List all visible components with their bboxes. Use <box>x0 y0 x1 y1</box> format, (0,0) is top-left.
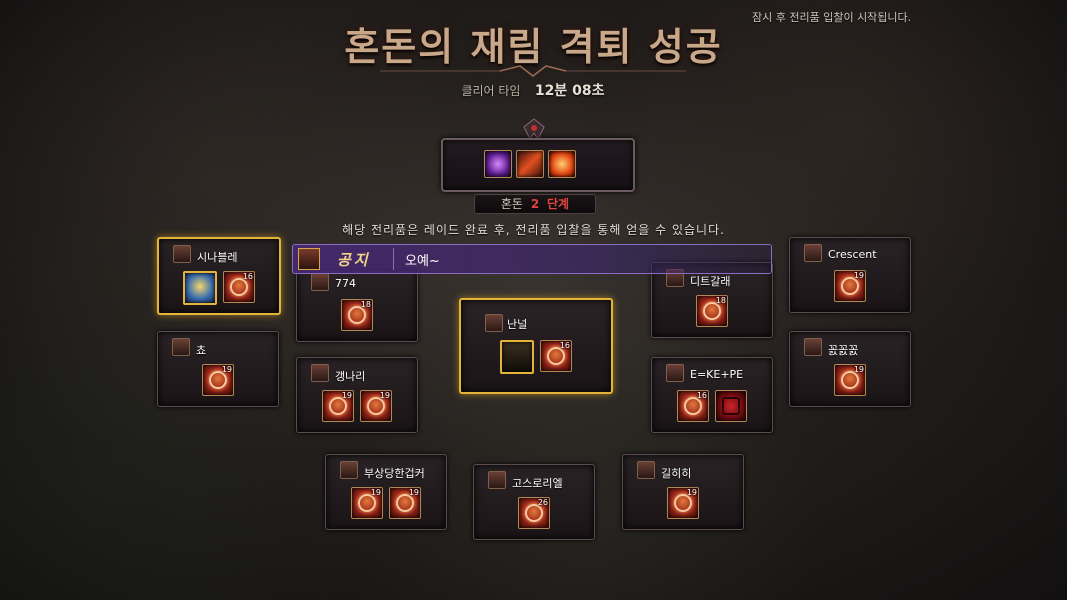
player-card: 갱나리 19 19 <box>296 357 418 433</box>
player-avatar-icon <box>340 461 358 479</box>
player-name: 난널 <box>507 318 528 331</box>
player-name: 부상당한겁커 <box>364 467 425 480</box>
loot-orb-icon[interactable]: 26 <box>518 497 550 529</box>
loot-description: 해당 전리품은 레이드 완료 후, 전리품 입찰을 통해 얻을 수 있습니다. <box>342 223 725 237</box>
player-avatar-icon <box>488 471 506 489</box>
loot-slots: 18 <box>652 295 772 327</box>
player-card: 쵸 19 <box>157 331 279 407</box>
loot-slots: 19 <box>790 270 910 302</box>
player-card: Crescent 19 <box>789 237 911 313</box>
loot-orb-icon[interactable]: 16 <box>223 271 255 303</box>
stage-name: 혼돈 <box>500 197 523 211</box>
player-avatar-icon <box>311 364 329 382</box>
player-name: 꼸꼸꼸 <box>828 344 859 357</box>
player-card: 시나블레 16 <box>157 237 281 315</box>
player-avatar-icon <box>485 314 503 332</box>
announcement-title: 공지 <box>337 251 371 269</box>
demon-mask-icon[interactable] <box>715 390 747 422</box>
sword-icon[interactable] <box>516 150 544 178</box>
player-avatar-icon <box>804 338 822 356</box>
player-card: 난널 16 <box>459 298 613 394</box>
announcement-message: 오예~ <box>405 254 440 269</box>
loot-orb-icon[interactable]: 18 <box>696 295 728 327</box>
stage-reward-items <box>484 150 576 178</box>
stage-unit: 단계 <box>547 197 570 211</box>
player-avatar-icon <box>804 244 822 262</box>
player-name: 시나블레 <box>197 251 238 264</box>
item-count: 19 <box>853 365 864 374</box>
player-name: 디트갈래 <box>690 275 731 288</box>
item-count: 16 <box>559 341 570 350</box>
item-count: 18 <box>715 296 726 305</box>
player-name: 갱나리 <box>335 370 366 383</box>
loot-slots: 19 <box>623 487 743 519</box>
player-avatar-icon <box>637 461 655 479</box>
item-count: 19 <box>379 391 390 400</box>
announcement-banner: 공지 오예~ <box>292 244 772 274</box>
loot-slots: 19 <box>158 364 278 396</box>
player-avatar-icon <box>666 364 684 382</box>
player-card: 774 18 <box>296 266 418 342</box>
player-card: E=KE+PE 16 <box>651 357 773 433</box>
player-name: 고스로리엘 <box>512 477 563 490</box>
orb-ring <box>722 397 740 415</box>
loot-orb-icon[interactable]: 19 <box>389 487 421 519</box>
loot-orb-icon[interactable]: 19 <box>202 364 234 396</box>
announcer-avatar <box>298 248 320 270</box>
player-avatar-icon <box>173 245 191 263</box>
loot-slots: 16 <box>461 340 611 374</box>
player-card: 고스로리엘 26 <box>473 464 595 540</box>
title-ornament <box>380 65 686 77</box>
player-name: 774 <box>335 277 356 290</box>
loot-slots: 18 <box>297 299 417 331</box>
gold-item-icon[interactable] <box>183 271 217 305</box>
banner-divider <box>393 248 394 270</box>
item-count: 19 <box>341 391 352 400</box>
player-avatar-icon <box>172 338 190 356</box>
clear-time-label: 클리어 타임 <box>461 84 521 98</box>
player-card: 꼸꼸꼸 19 <box>789 331 911 407</box>
loot-slots: 19 19 <box>326 487 446 519</box>
loot-slots: 19 <box>790 364 910 396</box>
stage-number: 2 <box>530 197 540 211</box>
loot-orb-icon[interactable]: 19 <box>834 364 866 396</box>
loot-orb-icon[interactable]: 16 <box>677 390 709 422</box>
player-name: 쵸 <box>196 344 207 357</box>
loot-orb-icon[interactable]: 19 <box>351 487 383 519</box>
flame-orb-icon[interactable] <box>548 150 576 178</box>
loot-orb-icon[interactable]: 19 <box>834 270 866 302</box>
purple-crystal-icon[interactable] <box>484 150 512 178</box>
player-name: 길히히 <box>661 467 692 480</box>
loot-orb-icon[interactable]: 19 <box>667 487 699 519</box>
loot-slots: 16 <box>652 390 772 422</box>
dark-weapon-icon[interactable] <box>500 340 534 374</box>
player-avatar-icon <box>311 273 329 291</box>
clear-time: 클리어 타임 12분 08초 <box>433 80 633 102</box>
item-count: 19 <box>853 271 864 280</box>
item-count: 19 <box>408 488 419 497</box>
clear-time-value: 12분 08초 <box>534 83 605 99</box>
stage-crest-icon <box>523 118 545 140</box>
item-count: 19 <box>370 488 381 497</box>
player-name: Crescent <box>828 248 877 261</box>
loot-orb-icon[interactable]: 19 <box>322 390 354 422</box>
stage-label: 혼돈 2 단계 <box>474 194 596 214</box>
item-count: 19 <box>686 488 697 497</box>
player-card: 부상당한겁커 19 19 <box>325 454 447 530</box>
item-count: 18 <box>360 300 371 309</box>
result-title: 혼돈의 재림 격퇴 성공 <box>344 24 723 69</box>
loot-slots: 16 <box>159 271 279 305</box>
loot-orb-icon[interactable]: 18 <box>341 299 373 331</box>
player-card: 길히히 19 <box>622 454 744 530</box>
loot-slots: 19 19 <box>297 390 417 422</box>
loot-orb-icon[interactable]: 19 <box>360 390 392 422</box>
player-name: E=KE+PE <box>690 368 744 381</box>
item-count: 16 <box>242 272 253 281</box>
item-count: 19 <box>221 365 232 374</box>
item-count: 26 <box>537 498 548 507</box>
item-count: 16 <box>696 391 707 400</box>
loot-orb-icon[interactable]: 16 <box>540 340 572 372</box>
loot-slots: 26 <box>474 497 594 529</box>
